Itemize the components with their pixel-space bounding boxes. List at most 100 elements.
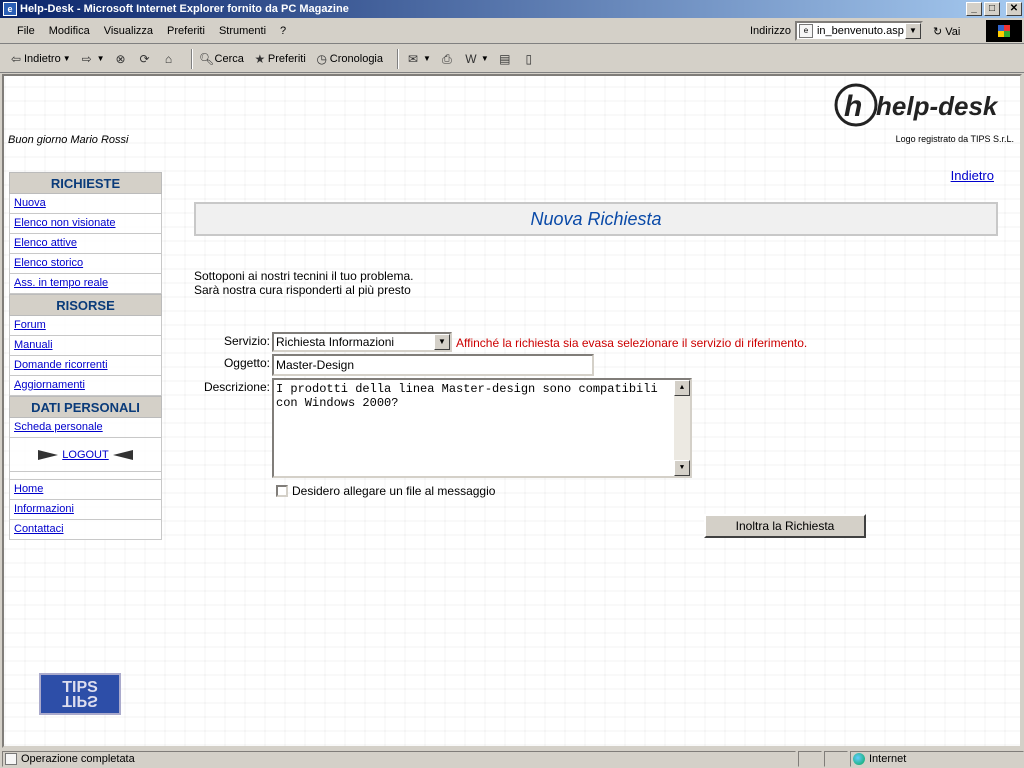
textarea-scrollbar[interactable]: ▲ ▼ xyxy=(674,380,690,476)
arrow-left-icon xyxy=(112,449,133,460)
window-title: Help-Desk - Microsoft Internet Explorer … xyxy=(20,3,349,15)
scroll-up-icon[interactable]: ▲ xyxy=(674,380,690,396)
page-title: Nuova Richiesta xyxy=(194,202,998,236)
messenger-button[interactable]: ▯ xyxy=(521,51,537,67)
arrow-right-icon xyxy=(38,449,59,460)
discuss-button[interactable]: ▤ xyxy=(497,51,513,67)
sidebar-item-informazioni[interactable]: Informazioni xyxy=(9,500,162,520)
tips-logo: TIPS TIPS xyxy=(39,673,121,715)
menu-preferiti[interactable]: Preferiti xyxy=(160,23,212,39)
elenco-attive-link[interactable]: Elenco attive xyxy=(14,237,77,249)
sidebar-item-forum[interactable]: Forum xyxy=(9,316,162,336)
print-button[interactable]: ⎙ xyxy=(439,51,455,67)
servizio-value: Richiesta Informazioni xyxy=(276,335,395,349)
address-dropdown-icon[interactable]: ▼ xyxy=(904,23,921,39)
back-link[interactable]: Indietro xyxy=(951,168,994,183)
sidebar-item-scheda-personale[interactable]: Scheda personale xyxy=(9,418,162,438)
maximize-button[interactable]: □ xyxy=(984,2,1000,16)
informazioni-link[interactable]: Informazioni xyxy=(14,503,74,515)
favorites-icon: ★ xyxy=(254,51,266,66)
elenco-storico-link[interactable]: Elenco storico xyxy=(14,257,83,269)
sidebar-item-nuova[interactable]: Nuova xyxy=(9,194,162,214)
go-button[interactable]: ↻ Vai xyxy=(933,25,960,38)
sidebar-item-elenco-storico[interactable]: Elenco storico xyxy=(9,254,162,274)
stop-icon: ⊗ xyxy=(115,51,126,66)
menu-help[interactable]: ? xyxy=(273,23,293,39)
logout-link[interactable]: LOGOUT xyxy=(62,449,108,461)
chevron-down-icon[interactable]: ▼ xyxy=(434,334,450,350)
elenco-non-visionate-link[interactable]: Elenco non visionate xyxy=(14,217,116,229)
mail-dropdown-icon[interactable]: ▼ xyxy=(423,54,431,63)
minimize-button[interactable]: _ xyxy=(966,2,982,16)
print-icon: ⎙ xyxy=(442,51,452,66)
sidebar-item-manuali[interactable]: Manuali xyxy=(9,336,162,356)
menu-file[interactable]: File xyxy=(10,23,42,39)
ie-app-icon: e xyxy=(3,2,17,16)
zone-text: Internet xyxy=(869,753,907,765)
scroll-down-icon[interactable]: ▼ xyxy=(674,460,690,476)
sidebar-item-ass-tempo-reale[interactable]: Ass. in tempo reale xyxy=(9,274,162,294)
contattaci-link[interactable]: Contattaci xyxy=(14,523,64,535)
page-status-icon xyxy=(5,753,17,765)
servizio-hint: Affinché la richiesta sia evasa selezion… xyxy=(456,336,808,350)
oggetto-field[interactable]: Master-Design xyxy=(272,354,594,376)
scheda-personale-link[interactable]: Scheda personale xyxy=(14,421,103,433)
svg-text:TIPS: TIPS xyxy=(62,692,98,709)
forum-link[interactable]: Forum xyxy=(14,319,46,331)
forward-arrow-icon: ⇨ xyxy=(81,51,92,66)
manuali-link[interactable]: Manuali xyxy=(14,339,53,351)
zone-panel: Internet xyxy=(850,751,1024,767)
home-link[interactable]: Home xyxy=(14,483,43,495)
forward-dropdown-icon[interactable]: ▼ xyxy=(97,54,105,63)
sidebar-item-aggiornamenti[interactable]: Aggiornamenti xyxy=(9,376,162,396)
edit-button[interactable]: W ▼ xyxy=(463,51,489,67)
sidebar-item-domande-ricorrenti[interactable]: Domande ricorrenti xyxy=(9,356,162,376)
stop-button[interactable]: ⊗ xyxy=(113,51,129,67)
menu-visualizza[interactable]: Visualizza xyxy=(97,23,160,39)
attach-file-checkbox[interactable] xyxy=(276,485,288,497)
forward-button[interactable]: ⇨ ▼ xyxy=(79,51,105,67)
intro-line-1: Sottoponi ai nostri tecnini il tuo probl… xyxy=(194,269,414,283)
home-button[interactable]: ⌂ xyxy=(161,51,177,67)
descrizione-label: Descrizione: xyxy=(203,380,270,394)
servizio-select[interactable]: Richiesta Informazioni ▼ xyxy=(272,332,452,352)
messenger-icon: ▯ xyxy=(525,51,533,66)
back-dropdown-icon[interactable]: ▼ xyxy=(63,54,71,63)
mail-button[interactable]: ✉ ▼ xyxy=(405,51,431,67)
domande-ricorrenti-link[interactable]: Domande ricorrenti xyxy=(14,359,108,371)
sidebar-item-home[interactable]: Home xyxy=(9,480,162,500)
menu-modifica[interactable]: Modifica xyxy=(42,23,97,39)
menu-strumenti[interactable]: Strumenti xyxy=(212,23,273,39)
oggetto-label: Oggetto: xyxy=(223,356,270,370)
page-content: h help-desk Logo registrato da TIPS S.r.… xyxy=(2,74,1022,748)
discuss-icon: ▤ xyxy=(499,51,511,66)
svg-text:h: h xyxy=(844,90,862,123)
sidebar-item-contattaci[interactable]: Contattaci xyxy=(9,520,162,540)
descrizione-textarea[interactable]: I prodotti della linea Master-design son… xyxy=(272,378,692,478)
status-cell xyxy=(824,751,848,767)
nuova-link[interactable]: Nuova xyxy=(14,197,46,209)
windows-logo-icon xyxy=(986,20,1022,42)
back-arrow-icon: ⇦ xyxy=(10,51,22,66)
aggiornamenti-link[interactable]: Aggiornamenti xyxy=(14,379,85,391)
sidebar-header-dati-personali: DATI PERSONALI xyxy=(9,396,162,418)
status-cell xyxy=(798,751,822,767)
search-button[interactable]: 🔍︎ Cerca xyxy=(199,51,244,67)
edit-dropdown-icon[interactable]: ▼ xyxy=(481,54,489,63)
sidebar-item-elenco-non-visionate[interactable]: Elenco non visionate xyxy=(9,214,162,234)
favorites-button[interactable]: ★ Preferiti xyxy=(252,51,306,67)
history-button[interactable]: ◷ Cronologia xyxy=(314,51,383,67)
close-button[interactable]: ✕ xyxy=(1006,2,1022,16)
page-icon: e xyxy=(798,24,813,38)
sidebar-item-elenco-attive[interactable]: Elenco attive xyxy=(9,234,162,254)
refresh-button[interactable]: ⟳ xyxy=(137,51,153,67)
submit-button[interactable]: Inoltra la Richiesta xyxy=(704,514,866,538)
sidebar-header-richieste: RICHIESTE xyxy=(9,172,162,194)
logout-row: LOGOUT xyxy=(9,438,162,472)
back-button[interactable]: ⇦ Indietro ▼ xyxy=(8,51,71,67)
refresh-icon: ⟳ xyxy=(139,51,150,66)
address-bar[interactable]: e in_benvenuto.asp ▼ xyxy=(794,21,923,41)
ass-tempo-reale-link[interactable]: Ass. in tempo reale xyxy=(14,277,108,289)
favorites-label: Preferiti xyxy=(267,52,306,65)
attach-file-option[interactable]: Desidero allegare un file al messaggio xyxy=(276,484,495,498)
